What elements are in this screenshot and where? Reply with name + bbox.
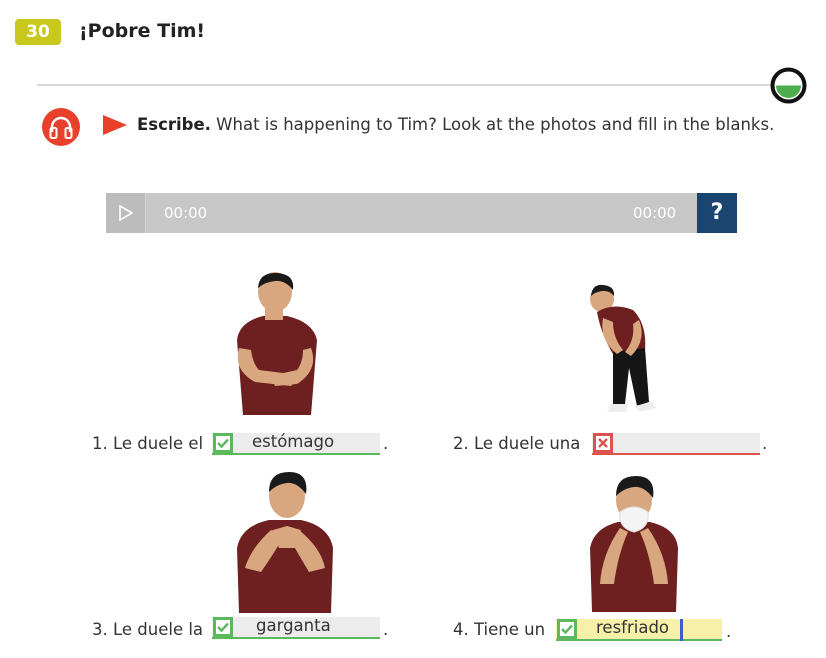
total-time: 00:00 <box>633 204 677 222</box>
item-3-underline <box>212 637 380 639</box>
item-2-prompt: 2. Le duele una <box>453 434 581 453</box>
progress-circle-icon <box>770 67 807 104</box>
item-3-period: . <box>383 620 389 639</box>
item-1-underline <box>212 453 380 455</box>
item-1-answer: estómago <box>252 432 335 451</box>
instructions: Escribe. What is happening to Tim? Look … <box>137 115 774 134</box>
item-1-answer-field[interactable]: estómago <box>212 432 380 455</box>
instruction-text: What is happening to Tim? Look at the ph… <box>210 115 775 134</box>
play-triangle-icon <box>103 115 127 135</box>
item-4-underline <box>556 639 722 641</box>
audio-player: 00:00 00:00 ? <box>106 193 737 233</box>
photo-throat <box>237 472 333 613</box>
item-2-field-bg <box>592 433 760 453</box>
play-icon <box>119 205 133 221</box>
item-1-prompt: 1. Le duele el <box>92 434 204 453</box>
text-cursor <box>680 619 683 641</box>
play-button[interactable] <box>106 193 146 233</box>
item-2-answer-field[interactable] <box>592 433 760 455</box>
current-time: 00:00 <box>164 204 208 222</box>
help-button[interactable]: ? <box>697 193 737 233</box>
instruction-bold: Escribe. <box>137 115 211 134</box>
item-4-answer: resfriado <box>596 618 670 637</box>
check-icon <box>213 617 233 637</box>
exercise-number-badge: 30 <box>15 19 61 45</box>
divider <box>37 84 777 86</box>
cross-icon <box>593 433 613 453</box>
item-4-answer-field[interactable]: resfriado <box>556 618 722 641</box>
photo-bent-over <box>590 284 657 412</box>
item-3-answer-field[interactable]: garganta <box>212 616 380 639</box>
check-icon <box>557 619 577 639</box>
item-3-answer: garganta <box>256 616 331 635</box>
item-4-period: . <box>726 622 732 641</box>
page-title: ¡Pobre Tim! <box>79 20 206 42</box>
item-1-period: . <box>383 434 389 453</box>
headphones-icon[interactable] <box>42 108 80 146</box>
photo-stomach <box>237 272 317 415</box>
photo-cold <box>590 476 678 612</box>
item-2-underline <box>592 453 760 455</box>
check-icon <box>213 433 233 453</box>
item-2-period: . <box>762 434 768 453</box>
item-4-prompt: 4. Tiene un <box>453 620 546 639</box>
item-3-prompt: 3. Le duele la <box>92 620 204 639</box>
